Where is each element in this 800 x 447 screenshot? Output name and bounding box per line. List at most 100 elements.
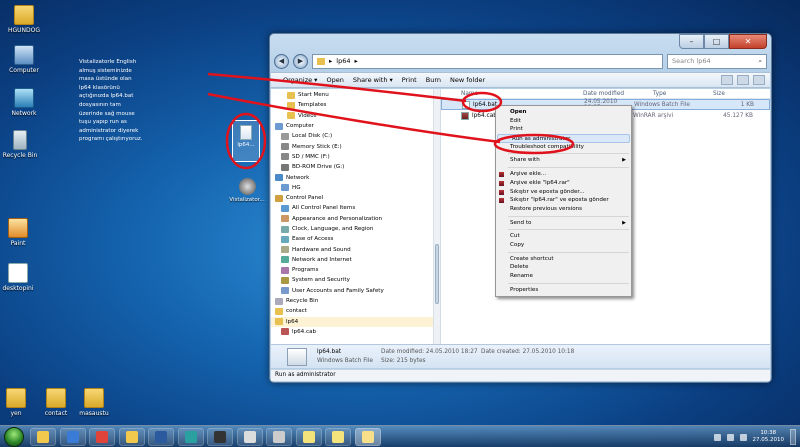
show-desktop-button[interactable] (790, 429, 796, 445)
nav-item[interactable]: Appearance and Personalization (271, 214, 440, 224)
open-button[interactable]: Open (326, 76, 343, 84)
column-type[interactable]: Type (653, 91, 713, 97)
nav-item[interactable]: Start Menu (271, 90, 440, 100)
nav-item[interactable]: System and Security (271, 275, 440, 285)
taskbar-app-notes2[interactable] (325, 428, 351, 446)
start-button[interactable] (4, 427, 24, 447)
nav-item[interactable]: User Accounts and Family Safety (271, 286, 440, 296)
nav-item[interactable]: Templates (271, 100, 440, 110)
taskbar-app-tool[interactable] (177, 428, 204, 446)
menu-item[interactable]: Edit (496, 117, 631, 126)
nav-item[interactable]: contact (271, 306, 440, 316)
nav-item[interactable]: lp64.cab (271, 327, 440, 337)
nav-item-icon (281, 153, 289, 161)
views-icon[interactable] (721, 75, 733, 85)
taskbar-app-game[interactable] (207, 428, 233, 446)
menu-item[interactable]: Print (496, 125, 631, 134)
address-bar[interactable]: ▸ lp64 ▸ (312, 53, 663, 69)
desktop-icon-vistalizator[interactable]: Vistalizator... (227, 178, 267, 203)
menu-item[interactable]: Send to ▶ (496, 219, 631, 228)
menu-item[interactable]: Run as administrator (497, 134, 630, 143)
folder-icon (46, 388, 66, 408)
menu-item[interactable]: Rename (496, 272, 631, 281)
notes-icon (302, 431, 315, 443)
taskbar-app-folder[interactable] (118, 428, 145, 446)
menu-item[interactable]: Share with ▶ (496, 156, 631, 165)
desktop-icon-recycle-bin[interactable]: Recycle Bin (0, 130, 42, 159)
column-name[interactable]: Name (441, 91, 583, 97)
search-icon: ⌕ (758, 56, 762, 65)
back-button[interactable]: ◀ (274, 53, 289, 69)
burn-button[interactable]: Burn (426, 76, 441, 84)
minimize-button[interactable]: – (679, 34, 704, 49)
menu-item[interactable]: Troubleshoot compatibility (496, 143, 631, 152)
nav-item[interactable]: SD / MMC (F:) (271, 152, 440, 162)
column-date[interactable]: Date modified (583, 91, 653, 97)
menu-item[interactable]: Restore previous versions (496, 205, 631, 214)
forward-button[interactable]: ▶ (293, 53, 308, 69)
network-tray-icon[interactable] (713, 433, 721, 441)
desktop-icon-network[interactable]: Network (2, 88, 46, 117)
scrollbar-thumb[interactable] (435, 244, 439, 304)
taskbar-app-doc[interactable] (236, 428, 263, 446)
nav-item[interactable]: Clock, Language, and Region (271, 224, 440, 234)
print-button[interactable]: Print (402, 76, 417, 84)
submenu-arrow-icon: ▶ (622, 157, 626, 164)
menu-item[interactable]: Cut (496, 232, 631, 241)
details-pane: lp64.bat Windows Batch File Date modifie… (271, 344, 770, 368)
menu-item[interactable]: Create shortcut (496, 255, 631, 264)
help-icon[interactable] (753, 75, 765, 85)
nav-item[interactable]: Computer (271, 121, 440, 131)
breadcrumb[interactable]: lp64 (336, 57, 350, 65)
desktop-icon-lp64-folder[interactable]: lp64... (232, 120, 260, 162)
taskbar-app-explorer[interactable] (30, 428, 56, 446)
menu-item[interactable]: Delete (496, 263, 631, 272)
search-input[interactable]: Search lp64 ⌕ (667, 53, 767, 69)
column-size[interactable]: Size (713, 91, 753, 97)
new-folder-button[interactable]: New folder (450, 76, 485, 84)
close-button[interactable]: ✕ (729, 34, 767, 49)
menu-item[interactable]: Copy (496, 241, 631, 250)
nav-item[interactable]: All Control Panel Items (271, 203, 440, 213)
taskbar-app-photoshop[interactable] (148, 428, 174, 446)
taskbar-app-chrome[interactable] (89, 428, 115, 446)
preview-pane-icon[interactable] (737, 75, 749, 85)
share-with-button[interactable]: Share with ▾ (353, 76, 393, 84)
desktop-icon-desktopini[interactable]: desktopini (0, 263, 40, 292)
menu-item[interactable]: Properties (496, 286, 631, 295)
nav-item[interactable]: Control Panel (271, 193, 440, 203)
desktop-icon-computer[interactable]: Computer (2, 45, 46, 74)
organize-button[interactable]: Organize ▾ (283, 76, 317, 84)
taskbar-app-active[interactable] (354, 428, 381, 446)
nav-item[interactable]: Memory Stick (E:) (271, 141, 440, 151)
nav-item[interactable]: Videos (271, 111, 440, 121)
nav-item-icon (281, 266, 289, 274)
desktop-icon-masaustu[interactable]: masaustu (72, 388, 116, 417)
nav-item[interactable]: Network and Internet (271, 255, 440, 265)
menu-item[interactable]: Arşive ekle... (496, 170, 631, 179)
nav-item[interactable]: Hardware and Sound (271, 244, 440, 254)
nav-item[interactable]: lp64 (271, 316, 440, 327)
nav-item[interactable]: Recycle Bin (271, 296, 440, 306)
taskbar-app-doc2[interactable] (266, 428, 292, 446)
nav-item[interactable]: HG (271, 183, 440, 193)
nav-item[interactable]: Local Disk (C:) (271, 131, 440, 141)
menu-item[interactable]: Open (496, 108, 631, 117)
nav-scrollbar[interactable] (433, 89, 440, 344)
menu-item[interactable]: Arşive ekle "lp64.rar" (496, 179, 631, 188)
taskbar-app-media[interactable] (59, 428, 86, 446)
maximize-button[interactable]: □ (704, 34, 729, 49)
menu-item[interactable]: Sıkıştır "lp64.rar" ve eposta gönder (496, 196, 631, 205)
nav-item[interactable]: BD-ROM Drive (G:) (271, 162, 440, 172)
menu-item[interactable]: Sıkıştır ve eposta gönder... (496, 188, 631, 197)
desktop-icon-yen[interactable]: yen (0, 388, 38, 417)
clock[interactable]: 10:38 27.05.2010 (753, 430, 785, 444)
flag-icon[interactable] (739, 433, 747, 441)
desktop-icon-hgundog[interactable]: HGUNDOG (2, 5, 46, 34)
desktop-icon-paint[interactable]: Paint (0, 218, 40, 247)
taskbar-app-notes[interactable] (295, 428, 322, 446)
nav-item[interactable]: Programs (271, 265, 440, 275)
nav-item[interactable]: Network (271, 172, 440, 182)
volume-icon[interactable] (726, 433, 734, 441)
nav-item[interactable]: Ease of Access (271, 234, 440, 244)
